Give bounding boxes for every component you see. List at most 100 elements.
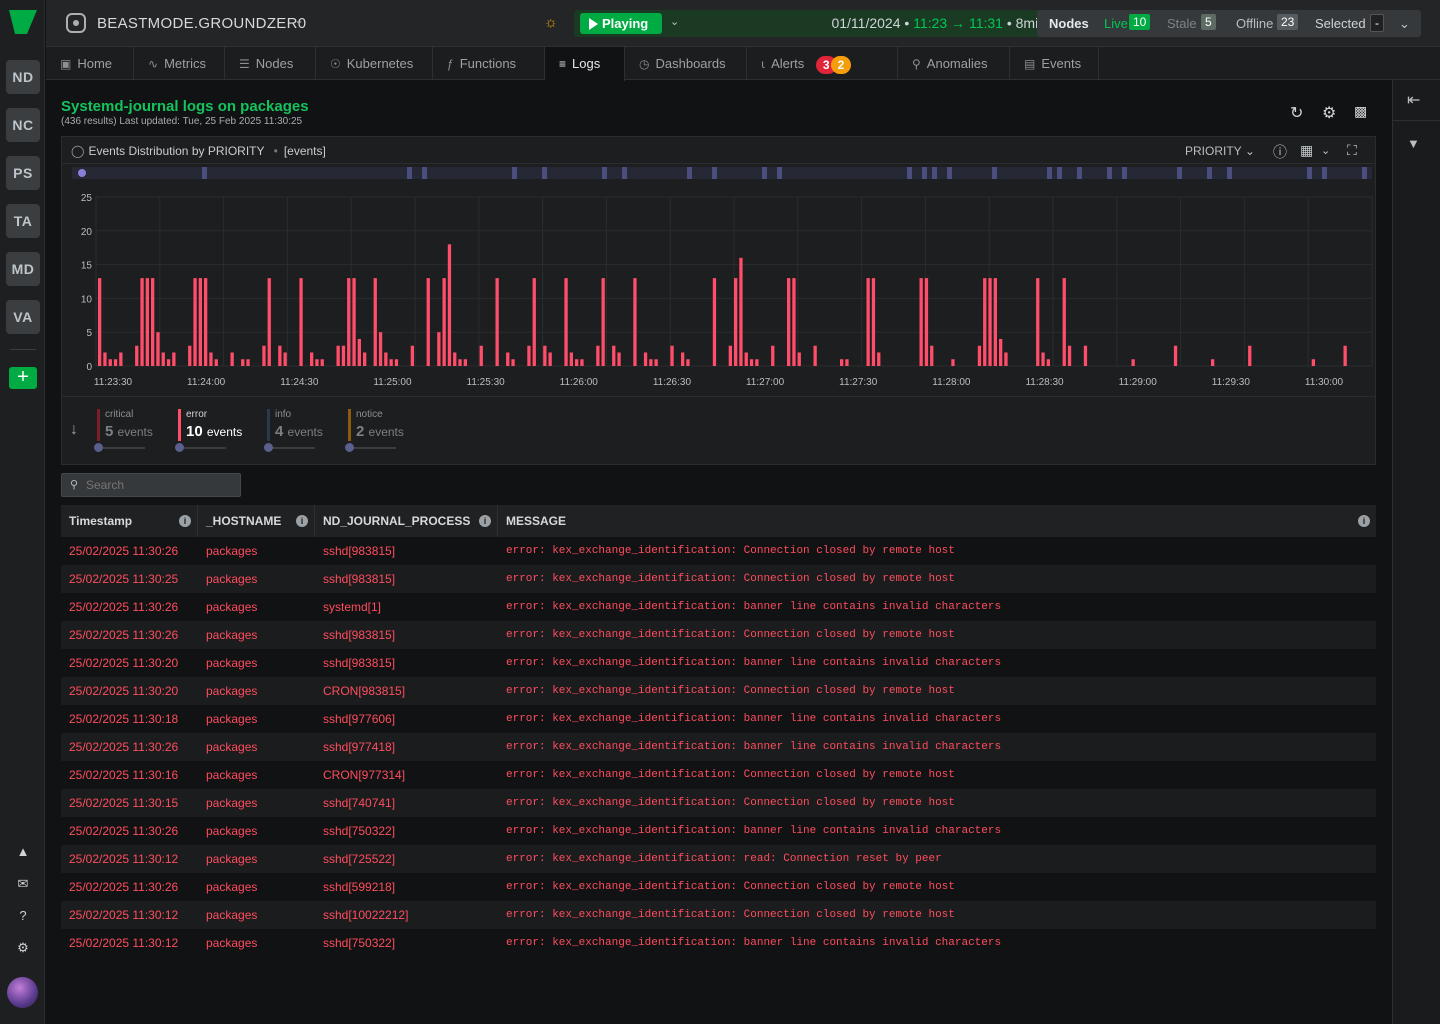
histogram-bar	[548, 352, 552, 366]
rail-divider	[10, 349, 36, 350]
histogram-bar	[771, 345, 775, 366]
collapse-panel-icon[interactable]: ⇤	[1407, 90, 1420, 110]
fullscreen-icon[interactable]: ⛶	[1347, 142, 1357, 159]
functions-icon: ƒ	[447, 57, 454, 71]
sort-down-icon[interactable]: ↓	[70, 421, 78, 439]
news-icon[interactable]: ✉	[13, 874, 33, 894]
histogram-bar	[654, 359, 658, 366]
table-row[interactable]: 25/02/2025 11:30:15 packages sshd[740741] e…	[61, 789, 1376, 817]
overview-mark	[1227, 167, 1232, 179]
tab-home[interactable]: ▣ Home	[46, 47, 134, 80]
space-button-md[interactable]: MD	[6, 252, 40, 286]
table-row[interactable]: 25/02/2025 11:30:20 packages sshd[983815] e…	[61, 649, 1376, 677]
settings-gear-icon[interactable]: ⚙	[1322, 103, 1336, 123]
refresh-icon[interactable]: ↻	[1290, 103, 1303, 123]
slider-knob[interactable]	[264, 443, 273, 452]
space-button-va[interactable]: VA	[6, 300, 40, 334]
legend-slider[interactable]	[97, 447, 145, 449]
netdata-logo-icon[interactable]	[7, 8, 39, 36]
events-icon: ▤	[1024, 57, 1036, 71]
histogram-bar	[643, 352, 648, 366]
slider-knob[interactable]	[345, 443, 354, 452]
cell-timestamp: 25/02/2025 11:30:12	[69, 936, 179, 950]
slider-knob[interactable]	[94, 443, 103, 452]
tab-metrics[interactable]: ∿ Metrics	[134, 47, 225, 80]
tab-kubernetes[interactable]: ☉ Kubernetes	[316, 47, 433, 80]
table-row[interactable]: 25/02/2025 11:30:25 packages sshd[983815] e…	[61, 565, 1376, 593]
add-space-button[interactable]: +	[9, 367, 37, 389]
tab-nodes[interactable]: ☰ Nodes	[225, 47, 316, 80]
chevron-down-icon[interactable]: ⌄	[1321, 144, 1330, 157]
table-row[interactable]: 25/02/2025 11:30:12 packages sshd[10022212…	[61, 901, 1376, 929]
date-label: 01/11/2024	[831, 15, 901, 31]
legend-slider[interactable]	[178, 447, 226, 449]
tab-dashboards[interactable]: ◷ Dashboards	[625, 47, 747, 80]
table-row[interactable]: 25/02/2025 11:30:12 packages sshd[750322] e…	[61, 929, 1376, 957]
table-row[interactable]: 25/02/2025 11:30:20 packages CRON[983815] e…	[61, 677, 1376, 705]
legend-slider[interactable]	[348, 447, 396, 449]
overview-mark	[1047, 167, 1052, 179]
info-icon[interactable]: i	[479, 515, 491, 527]
histogram-bar	[569, 352, 573, 366]
chevron-down-icon[interactable]: ⌄	[294, 13, 304, 27]
search-input[interactable]	[86, 478, 236, 492]
table-row[interactable]: 25/02/2025 11:30:26 packages sshd[750322] e…	[61, 817, 1376, 845]
chevron-down-icon[interactable]: ⌄	[1399, 16, 1410, 32]
cell-message: error: kex_exchange_identification: Conn…	[506, 573, 955, 585]
tab-alerts[interactable]: ⍳ Alerts 32	[747, 47, 898, 80]
table-row[interactable]: 25/02/2025 11:30:26 packages sshd[977418] e…	[61, 733, 1376, 761]
filter-icon[interactable]: ▼	[1407, 136, 1420, 151]
space-button-nd[interactable]: ND	[6, 60, 40, 94]
histogram-bar	[357, 338, 361, 366]
space-button-ps[interactable]: PS	[6, 156, 40, 190]
tab-label: Events	[1041, 56, 1082, 71]
tab-anomalies[interactable]: ⚲ Anomalies	[898, 47, 1010, 80]
legend-slider[interactable]	[267, 447, 315, 449]
column-header-message[interactable]: MESSAGE i	[498, 505, 1376, 537]
histogram-bar	[1211, 359, 1215, 366]
slider-knob[interactable]	[175, 443, 184, 452]
chart-header: ◯ Events Distribution by PRIORITY • [event…	[62, 137, 1375, 164]
histogram-bar	[617, 352, 621, 366]
tab-logs[interactable]: ≡ Logs	[545, 47, 625, 81]
space-button-ta[interactable]: TA	[6, 204, 40, 238]
table-row[interactable]: 25/02/2025 11:30:26 packages sshd[983815] e…	[61, 537, 1376, 565]
table-row[interactable]: 25/02/2025 11:30:12 packages sshd[725522] e…	[61, 845, 1376, 873]
chart-type-icon[interactable]: ▦	[1300, 142, 1313, 159]
tab-events[interactable]: ▤ Events	[1010, 47, 1099, 80]
time-range-picker[interactable]: 01/11/2024 • 11:23 → 11:31 • 8min	[831, 15, 1046, 31]
space-button-nc[interactable]: NC	[6, 108, 40, 142]
notification-icon[interactable]: ▲	[13, 842, 33, 862]
info-icon[interactable]: i	[179, 515, 191, 527]
histogram-bar	[320, 359, 324, 366]
playing-button[interactable]: Playing	[580, 13, 662, 34]
column-header-timestamp[interactable]: Timestamp i	[61, 505, 198, 537]
tab-functions[interactable]: ƒ Functions	[433, 47, 545, 80]
help-icon[interactable]: ?	[13, 906, 33, 926]
info-icon[interactable]: i	[296, 515, 308, 527]
table-row[interactable]: 25/02/2025 11:30:26 packages systemd[1] err…	[61, 593, 1376, 621]
legend-unit: events	[287, 425, 323, 439]
legend-unit: events	[368, 425, 404, 439]
table-row[interactable]: 25/02/2025 11:30:18 packages sshd[977606] e…	[61, 705, 1376, 733]
cell-process: sshd[983815]	[323, 544, 396, 558]
table-row[interactable]: 25/02/2025 11:30:16 packages CRON[977314] e…	[61, 761, 1376, 789]
histogram-bar	[840, 359, 844, 366]
table-row[interactable]: 25/02/2025 11:30:26 packages sshd[599218] e…	[61, 873, 1376, 901]
column-header-hostname[interactable]: _HOSTNAME i	[198, 505, 315, 537]
column-header-process[interactable]: ND_JOURNAL_PROCESS i	[315, 505, 498, 537]
space-name[interactable]: BEASTMODE.GROUNDZER0	[97, 15, 306, 32]
info-icon[interactable]: i	[1358, 515, 1370, 527]
histogram-bar	[734, 278, 738, 366]
group-by-select[interactable]: PRIORITY ⌄	[1185, 144, 1255, 158]
user-avatar[interactable]	[7, 977, 38, 1008]
chevron-down-icon[interactable]: ⌄	[670, 15, 679, 28]
cell-hostname: packages	[206, 712, 258, 726]
info-icon[interactable]: ⓘ	[1273, 142, 1287, 162]
table-row[interactable]: 25/02/2025 11:30:26 packages sshd[983815] e…	[61, 621, 1376, 649]
nodes-filter[interactable]: Nodes Live 10 Stale 5 Offline 23 Selecte…	[1037, 10, 1421, 37]
settings-gear-icon[interactable]: ⚙	[13, 938, 33, 958]
save-icon[interactable]: ▩	[1354, 103, 1367, 120]
lightbulb-icon[interactable]: ☼	[544, 14, 558, 31]
histogram-bar	[214, 359, 218, 366]
